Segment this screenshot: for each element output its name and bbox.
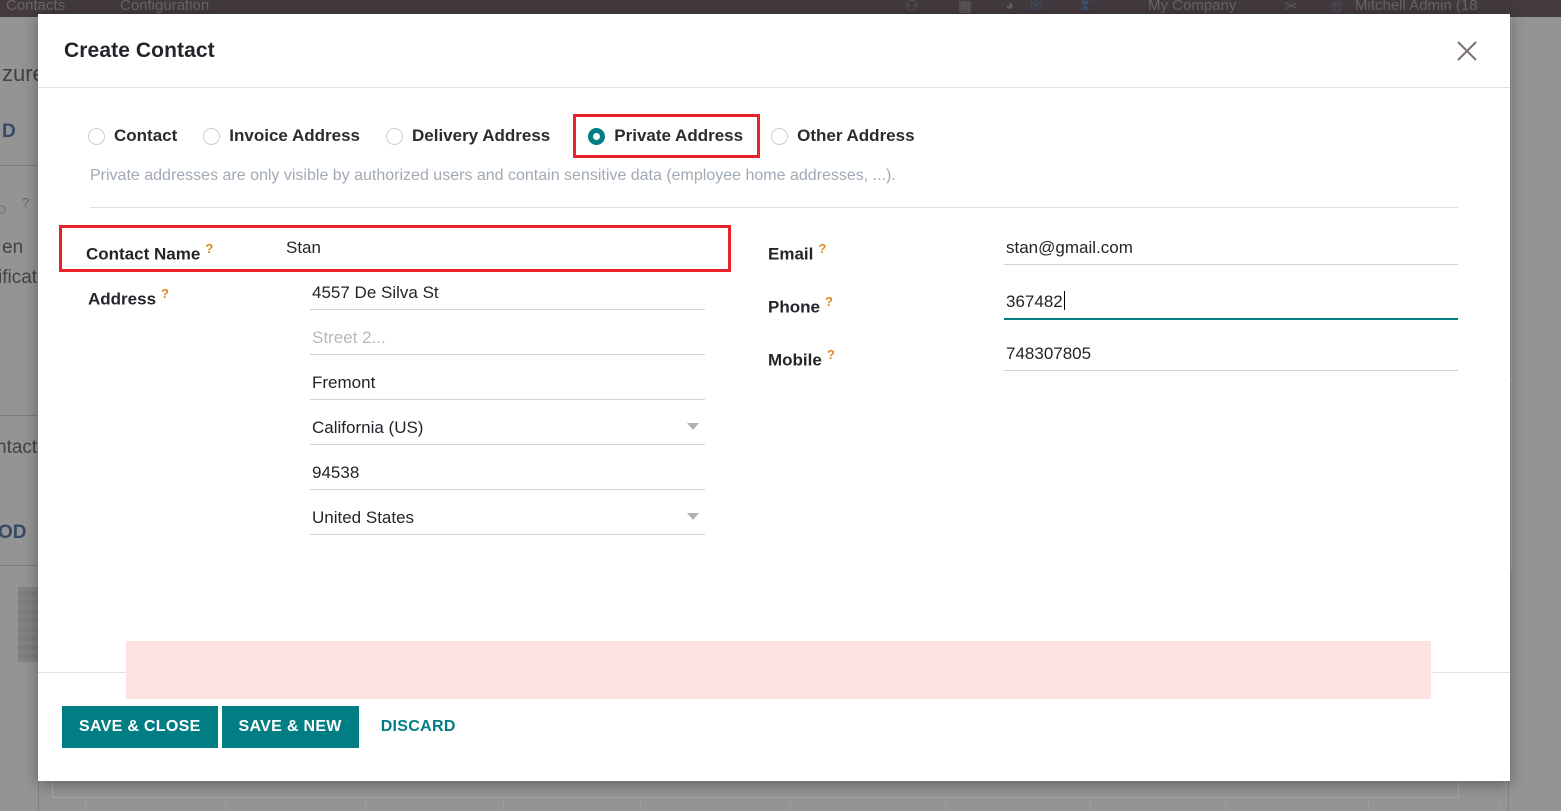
label-address: Address?	[88, 277, 310, 310]
field-contact-name: Contact Name? Stan	[59, 225, 731, 272]
overlay-table-grid	[0, 781, 1561, 811]
radio-label-delivery-address: Delivery Address	[411, 126, 551, 145]
contact-name-underline	[284, 264, 728, 265]
radio-icon-contact	[88, 127, 105, 145]
address-state-select[interactable]: California (US)	[310, 412, 705, 444]
radio-icon-invoice-address	[203, 127, 221, 145]
label-contact-name: Contact Name?	[86, 232, 284, 265]
label-address-text: Address	[88, 289, 157, 309]
field-mobile: Mobile? 748307805	[768, 338, 1458, 379]
internal-notes-field[interactable]	[126, 641, 1431, 699]
value-mobile: 748307805	[1004, 338, 1458, 371]
help-icon-address[interactable]: ?	[161, 286, 169, 301]
email-field[interactable]: stan@gmail.com	[1004, 232, 1458, 264]
label-contact-name-text: Contact Name	[86, 244, 201, 264]
address-zip-input[interactable]: 94538	[310, 457, 705, 489]
label-mobile-text: Mobile	[768, 350, 822, 370]
address-city-input[interactable]: Fremont	[310, 367, 705, 399]
radio-label-invoice-address: Invoice Address	[229, 126, 360, 145]
contact-form: Contact Name? Stan Address? 4557 De Silv…	[59, 225, 1460, 535]
radio-option-delivery-address[interactable]: Delivery Address	[385, 120, 556, 152]
address-country-wrap: United States	[310, 502, 705, 535]
address-country-underline	[310, 534, 705, 535]
help-icon-email[interactable]: ?	[818, 241, 826, 256]
help-icon-phone[interactable]: ?	[825, 294, 833, 309]
phone-underline-focused	[1004, 318, 1458, 320]
address-street-input[interactable]: 4557 De Silva St	[310, 277, 705, 309]
help-icon-contact-name[interactable]: ?	[205, 241, 213, 256]
radio-option-invoice-address[interactable]: Invoice Address	[203, 120, 366, 152]
label-phone-text: Phone	[768, 297, 820, 317]
address-street2-input[interactable]: Street 2...	[310, 322, 705, 354]
address-state-underline	[310, 444, 705, 445]
radio-label-other-address: Other Address	[797, 126, 915, 145]
address-zip-wrap: 94538	[310, 457, 778, 490]
label-email-text: Email	[768, 244, 814, 264]
address-street-underline	[310, 309, 705, 310]
form-left-column: Contact Name? Stan Address? 4557 De Silv…	[59, 225, 778, 535]
address-zip-underline	[310, 489, 705, 490]
field-phone: Phone? 367482	[768, 285, 1458, 326]
radio-icon-delivery-address	[385, 127, 403, 145]
radio-icon-other-address	[771, 127, 789, 145]
email-underline	[1004, 264, 1458, 265]
address-type-radio-group: Contact Invoice Address Delivery Address…	[88, 114, 1460, 158]
value-contact-name: Stan	[284, 232, 728, 265]
address-type-helper-text: Private addresses are only visible by au…	[90, 167, 896, 184]
mobile-underline	[1004, 370, 1458, 371]
chevron-down-icon-state[interactable]	[687, 423, 699, 430]
address-city-wrap: Fremont	[310, 367, 778, 400]
address-country-select[interactable]: United States	[310, 502, 705, 534]
radio-option-private-address[interactable]: Private Address	[573, 114, 761, 158]
chevron-down-icon-country[interactable]	[687, 513, 699, 520]
radio-label-contact: Contact	[114, 126, 178, 145]
text-cursor	[1063, 291, 1065, 310]
page-title: Create Contact	[64, 38, 215, 62]
radio-option-other-address[interactable]: Other Address	[771, 120, 920, 152]
label-phone: Phone?	[768, 285, 1004, 318]
address-street2-underline	[310, 354, 705, 355]
contact-name-input[interactable]: Stan	[284, 232, 679, 264]
label-mobile: Mobile?	[768, 338, 1004, 371]
value-address-group: 4557 De Silva St Street 2... Fremont Cal…	[310, 277, 778, 535]
mobile-field[interactable]: 748307805	[1004, 338, 1458, 370]
value-phone: 367482	[1004, 285, 1458, 320]
radio-icon-private-address	[588, 127, 606, 145]
dialog-body: Contact Invoice Address Delivery Address…	[38, 88, 1510, 699]
close-icon[interactable]	[1450, 34, 1484, 68]
value-email: stan@gmail.com	[1004, 232, 1458, 265]
section-divider	[90, 207, 1458, 208]
phone-field[interactable]: 367482	[1004, 285, 1458, 318]
address-city-underline	[310, 399, 705, 400]
help-icon-mobile[interactable]: ?	[827, 347, 835, 362]
address-street-wrap: 4557 De Silva St	[310, 277, 778, 310]
field-email: Email? stan@gmail.com	[768, 232, 1458, 273]
dialog-header: Create Contact	[38, 14, 1510, 88]
discard-button[interactable]: DISCARD	[363, 706, 473, 748]
create-contact-dialog: Create Contact Contact Invoice Address D…	[38, 14, 1510, 781]
address-street2-wrap: Street 2...	[310, 322, 778, 355]
radio-label-private-address: Private Address	[614, 126, 744, 145]
phone-field-text: 367482	[1006, 292, 1063, 311]
field-address: Address? 4557 De Silva St Street 2... Fr…	[88, 277, 778, 535]
address-state-wrap: California (US)	[310, 412, 705, 445]
save-and-close-button[interactable]: SAVE & CLOSE	[62, 706, 218, 748]
radio-option-contact[interactable]: Contact	[88, 120, 183, 152]
label-email: Email?	[768, 232, 1004, 265]
save-and-new-button[interactable]: SAVE & NEW	[221, 706, 359, 748]
form-right-column: Email? stan@gmail.com Phone? 367482 Mobi…	[768, 228, 1458, 535]
